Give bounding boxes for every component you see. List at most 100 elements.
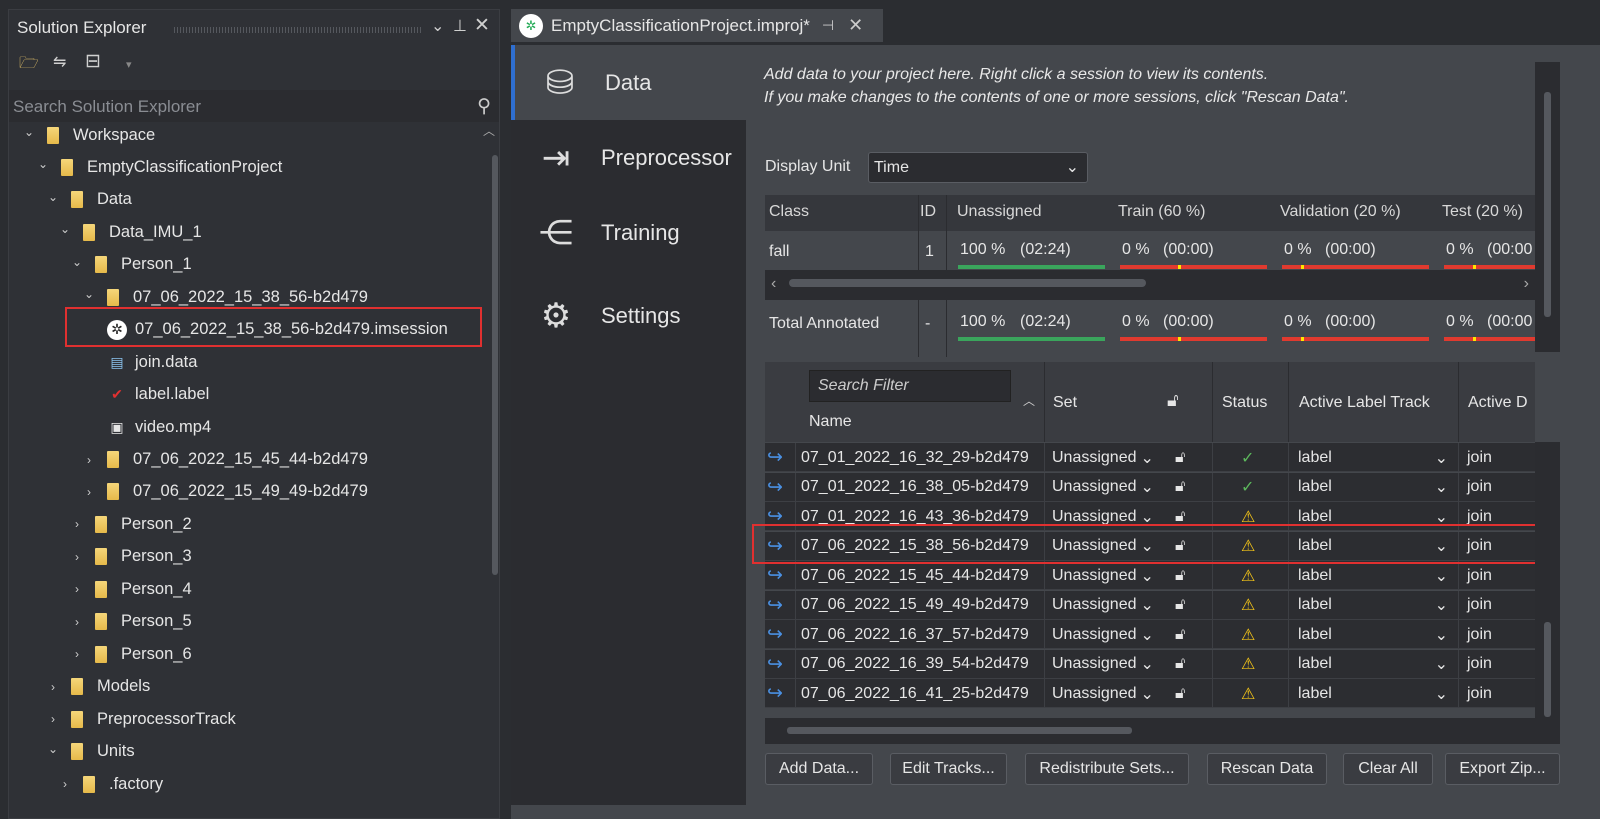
label-track-select[interactable]: label ⌄	[1298, 650, 1448, 679]
tree-item[interactable]: ⌄ Data	[45, 184, 132, 216]
open-folder-icon[interactable]: 🗁	[19, 52, 39, 79]
unlock-icon[interactable]: 🔓︎	[1175, 561, 1185, 590]
unlock-icon[interactable]: 🔓︎	[1175, 620, 1185, 649]
chevron-right-icon[interactable]: ›	[69, 582, 85, 596]
tree-scrollbar[interactable]	[492, 155, 498, 575]
sessions-vscroll[interactable]	[1535, 442, 1560, 744]
open-session-icon[interactable]: ↪	[767, 443, 783, 472]
open-session-icon[interactable]: ↪	[767, 473, 783, 502]
label-track-select[interactable]: label ⌄	[1298, 679, 1448, 708]
pin-icon[interactable]: ⊣	[822, 17, 834, 34]
label-track-select[interactable]: label ⌄	[1298, 473, 1448, 502]
scroll-up-icon[interactable]: ︿	[483, 122, 495, 139]
set-select[interactable]: Unassigned ⌄	[1052, 650, 1154, 679]
tree-item[interactable]: › Person_2	[69, 508, 192, 540]
chevron-down-icon[interactable]: ⌄	[431, 16, 444, 36]
open-session-icon[interactable]: ↪	[767, 591, 783, 620]
chevron-right-icon[interactable]: ›	[81, 485, 97, 499]
tree-item[interactable]: › Person_5	[69, 606, 192, 638]
open-session-icon[interactable]: ↪	[767, 650, 783, 679]
chevron-right-icon[interactable]: ›	[45, 712, 61, 726]
header-label-track[interactable]: Active Label Track	[1299, 394, 1430, 412]
drag-grip[interactable]	[174, 27, 422, 33]
tree-item[interactable]: ⌄ Units	[45, 736, 135, 768]
display-unit-select[interactable]: Time ⌄	[868, 152, 1088, 183]
tree-item[interactable]: ▣ video.mp4	[107, 411, 211, 443]
chevron-down-icon[interactable]: ⌄	[81, 287, 97, 301]
open-session-icon[interactable]: ↪	[767, 561, 783, 590]
label-track-select[interactable]: label ⌄	[1298, 443, 1448, 472]
tree-item[interactable]: ✔ label.label	[107, 379, 209, 411]
chevron-right-icon[interactable]: ›	[57, 777, 73, 791]
label-track-select[interactable]: label ⌄	[1298, 620, 1448, 649]
tree-item[interactable]: ⌄ Workspace	[21, 119, 155, 151]
chevron-right-icon[interactable]: ›	[45, 680, 61, 694]
close-tab-icon[interactable]: ✕	[848, 15, 863, 36]
chevron-down-icon[interactable]: ⌄	[21, 125, 37, 139]
tree-item[interactable]: › 07_06_2022_15_45_44-b2d479	[81, 444, 368, 476]
header-name[interactable]: Name	[809, 413, 852, 431]
chevron-down-icon[interactable]: ⌄	[45, 742, 61, 756]
tree-item[interactable]: › Person_4	[69, 573, 192, 605]
search-input[interactable]: Search Solution Explorer ⚲	[9, 90, 499, 122]
open-session-icon[interactable]: ↪	[767, 679, 783, 708]
unlock-icon[interactable]: 🔓︎	[1175, 650, 1185, 679]
header-status[interactable]: Status	[1222, 394, 1267, 412]
tab-project[interactable]: ✲ EmptyClassificationProject.improj* ⊣ ✕	[511, 9, 883, 42]
redistribute-sets-button[interactable]: Redistribute Sets...	[1025, 753, 1189, 785]
nav-training[interactable]: ⋲ Training	[511, 195, 746, 270]
chevron-down-icon[interactable]: ⌄	[57, 222, 73, 236]
scroll-thumb[interactable]	[789, 279, 1146, 287]
chevron-down-icon[interactable]: ⌄	[45, 190, 61, 204]
open-session-icon[interactable]: ↪	[767, 620, 783, 649]
scroll-thumb[interactable]	[787, 727, 1132, 734]
unlock-icon[interactable]: 🔓︎	[1175, 591, 1185, 620]
set-select[interactable]: Unassigned ⌄	[1052, 591, 1154, 620]
scroll-left-icon[interactable]: ‹	[771, 275, 776, 293]
header-active-data[interactable]: Active D	[1468, 394, 1528, 412]
session-row[interactable]: ↪ 07_06_2022_16_39_54-b2d479 Unassigned ⌄ 🔓…	[765, 649, 1535, 679]
scroll-thumb[interactable]	[1544, 622, 1551, 717]
main-vscroll[interactable]	[1535, 62, 1560, 352]
session-row[interactable]: ↪ 07_06_2022_15_49_49-b2d479 Unassigned ⌄ 🔓…	[765, 590, 1535, 620]
tree-item[interactable]: ▤ join.data	[107, 346, 197, 378]
set-select[interactable]: Unassigned ⌄	[1052, 679, 1154, 708]
tree-item[interactable]: › 07_06_2022_15_49_49-b2d479	[81, 476, 368, 508]
scroll-thumb[interactable]	[1544, 92, 1551, 317]
session-row[interactable]: ↪ 07_06_2022_15_45_44-b2d479 Unassigned ⌄ 🔓…	[765, 561, 1535, 590]
search-icon[interactable]: ⚲	[477, 95, 491, 118]
chevron-down-icon[interactable]: ⌄	[69, 255, 85, 269]
more-icon[interactable]: ▾	[126, 58, 132, 71]
chevron-right-icon[interactable]: ›	[69, 615, 85, 629]
unlock-icon[interactable]: 🔓︎	[1175, 443, 1185, 472]
nav-preprocessor[interactable]: ⇥ Preprocessor	[511, 120, 746, 195]
chevron-right-icon[interactable]: ›	[69, 647, 85, 661]
session-row[interactable]: ↪ 07_06_2022_16_41_25-b2d479 Unassigned ⌄ 🔓…	[765, 679, 1535, 708]
tree-item[interactable]: › .factory	[57, 768, 163, 800]
tree-item[interactable]: ⌄ Person_1	[69, 249, 192, 281]
set-select[interactable]: Unassigned ⌄	[1052, 473, 1154, 502]
unlock-icon[interactable]: 🔓︎	[1175, 679, 1185, 708]
nav-data[interactable]: ⛁ Data	[511, 45, 746, 120]
split-hscroll[interactable]: ‹ ›	[765, 270, 1535, 300]
set-select[interactable]: Unassigned ⌄	[1052, 443, 1154, 472]
unlock-icon[interactable]: 🔓︎	[1167, 390, 1179, 411]
session-row[interactable]: ↪ 07_01_2022_16_32_29-b2d479 Unassigned ⌄ 🔓…	[765, 443, 1535, 472]
add-data-button[interactable]: Add Data...	[765, 753, 873, 785]
rescan-data-button[interactable]: Rescan Data	[1207, 753, 1327, 785]
session-row[interactable]: ↪ 07_01_2022_16_38_05-b2d479 Unassigned ⌄ 🔓…	[765, 472, 1535, 502]
header-set[interactable]: Set	[1053, 394, 1077, 412]
chevron-down-icon[interactable]: ⌄	[35, 157, 51, 171]
unlock-icon[interactable]: 🔓︎	[1175, 473, 1185, 502]
set-select[interactable]: Unassigned ⌄	[1052, 561, 1154, 590]
chevron-right-icon[interactable]: ›	[69, 550, 85, 564]
edit-tracks-button[interactable]: Edit Tracks...	[890, 753, 1007, 785]
close-icon[interactable]: ✕	[474, 14, 490, 37]
collapse-all-icon[interactable]: ⊟	[85, 50, 101, 73]
tree-item[interactable]: › PreprocessorTrack	[45, 703, 236, 735]
tree-item[interactable]: ⌄ Data_IMU_1	[57, 216, 202, 248]
sync-icon[interactable]: ⇋	[53, 52, 66, 72]
set-select[interactable]: Unassigned ⌄	[1052, 620, 1154, 649]
label-track-select[interactable]: label ⌄	[1298, 591, 1448, 620]
clear-all-button[interactable]: Clear All	[1343, 753, 1433, 785]
